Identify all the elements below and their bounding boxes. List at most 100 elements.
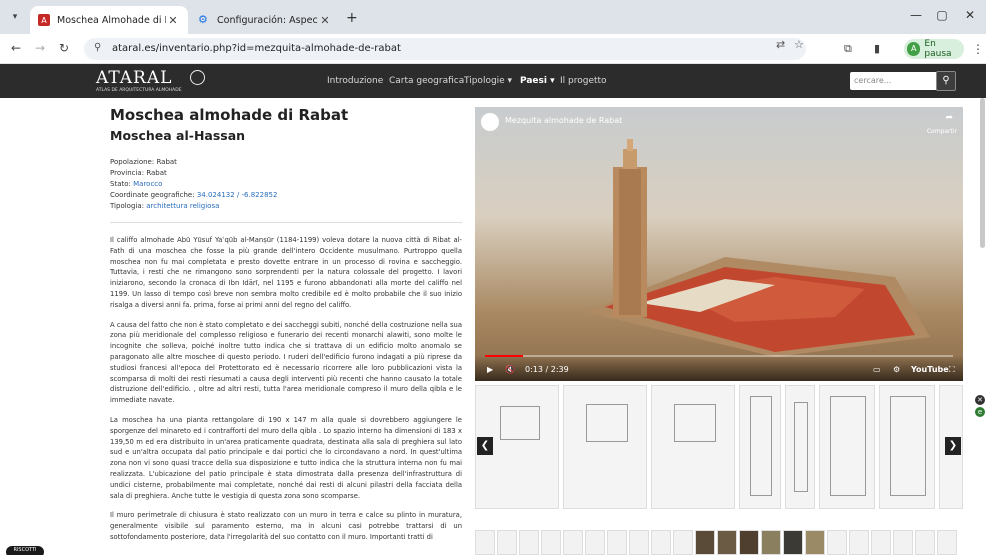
divider (110, 222, 462, 223)
tab-close-icon[interactable]: ✕ (318, 14, 332, 27)
bookmark-star-icon[interactable]: ☆ (794, 38, 804, 51)
gallery-image[interactable] (879, 385, 935, 509)
nav-carta-geografica[interactable]: Carta geografica (389, 76, 464, 86)
nav-tipologie[interactable]: Tipologie ▾ (464, 76, 512, 86)
thumbnail[interactable] (541, 530, 561, 555)
address-bar[interactable]: ⚲ ataral.es/inventario.php?id=mezquita-a… (84, 38, 806, 60)
maximize-icon[interactable]: ▢ (932, 8, 952, 22)
close-window-icon[interactable]: ✕ (960, 8, 980, 22)
image-gallery: ❮ ❯ (475, 385, 963, 509)
thumbnail[interactable] (805, 530, 825, 555)
site-logo[interactable]: ATARAL ATLAS DE ARQUITECTURA ALMOHADE (96, 68, 214, 96)
gallery-image[interactable] (563, 385, 647, 509)
info-tipologia: Tipologia: architettura religiosa (110, 202, 220, 210)
reload-icon[interactable]: ↻ (56, 41, 72, 55)
tab-configuracion[interactable]: ⚙ Configuración: Aspecto ✕ (190, 6, 340, 34)
thumbnail[interactable] (871, 530, 891, 555)
thumbnail[interactable] (695, 530, 715, 555)
site-info-icon[interactable]: ⚲ (94, 42, 101, 53)
gallery-prev-icon[interactable]: ❮ (477, 437, 493, 455)
thumbnail[interactable] (673, 530, 693, 555)
extension-badge-icon[interactable]: e (975, 407, 985, 417)
thumbnail[interactable] (761, 530, 781, 555)
back-icon[interactable]: ← (8, 41, 24, 55)
search-placeholder: cercare... (854, 76, 892, 85)
thumbnail[interactable] (937, 530, 957, 555)
nav-paesi[interactable]: Paesi ▾ (520, 76, 555, 86)
site-search-input[interactable]: cercare... ⚲ (850, 71, 956, 91)
nav-il-progetto[interactable]: Il progetto (560, 76, 607, 86)
tipologia-link[interactable]: architettura religiosa (146, 202, 219, 210)
channel-avatar[interactable] (481, 113, 499, 131)
tab-title: Configuración: Aspecto (217, 14, 318, 26)
profile-status: En pausa (924, 39, 952, 59)
tab-search-icon[interactable]: ▾ (8, 10, 22, 24)
thumbnail[interactable] (607, 530, 627, 555)
gallery-image[interactable] (819, 385, 875, 509)
thumbnail[interactable] (739, 530, 759, 555)
info-popolazione: Popolazione: Rabat (110, 158, 177, 166)
stato-link[interactable]: Marocco (133, 180, 162, 188)
tab-close-icon[interactable]: ✕ (166, 14, 180, 27)
thumbnail[interactable] (717, 530, 737, 555)
profile-button[interactable]: A En pausa (904, 39, 964, 59)
share-icon[interactable]: ➦ (945, 113, 953, 123)
gallery-image[interactable] (651, 385, 735, 509)
video-title[interactable]: Mezquita almohade de Rabat (505, 116, 622, 125)
thumbnail[interactable] (585, 530, 605, 555)
share-label[interactable]: Compartir (927, 128, 957, 135)
logo-emblem-icon (190, 70, 205, 85)
gallery-image[interactable] (785, 385, 815, 509)
new-tab-icon[interactable]: + (346, 10, 358, 26)
gallery-image[interactable] (739, 385, 781, 509)
mute-icon[interactable]: 🔇 (505, 365, 515, 374)
page-scrollbar[interactable] (980, 98, 985, 248)
subtitles-icon[interactable]: ▭ (873, 365, 881, 374)
nav-introduzione[interactable]: Introduzione (327, 76, 383, 86)
gallery-thumbnail-strip (475, 530, 963, 555)
svg-text:A: A (41, 16, 47, 25)
sidepanel-icon[interactable]: ▮ (874, 42, 880, 55)
thumbnail[interactable] (651, 530, 671, 555)
thumbnail[interactable] (475, 530, 495, 555)
floating-badge[interactable]: RISCOTTI (6, 546, 44, 555)
progress-bar[interactable] (485, 355, 953, 357)
coord-link[interactable]: 34.024132 / -6.822852 (197, 191, 278, 199)
translate-icon[interactable]: ⇄ (776, 38, 785, 51)
floating-side-icons: ✕ e (975, 395, 986, 419)
tab-moschea[interactable]: A Moschea Almohade di Rabat - Is ✕ (30, 6, 188, 34)
ataral-favicon-icon: A (38, 14, 50, 26)
tab-title: Moschea Almohade di Rabat - Is (57, 14, 166, 26)
article-paragraph: Il muro perimetrale di chiusura è stato … (110, 511, 462, 541)
page-title: Moschea almohade di Rabat (110, 106, 349, 124)
thumbnail[interactable] (849, 530, 869, 555)
thumbnail[interactable] (497, 530, 517, 555)
video-time: 0:13 / 2:39 (525, 365, 569, 374)
thumbnail[interactable] (629, 530, 649, 555)
info-provincia: Provincia: Rabat (110, 169, 167, 177)
thumbnail[interactable] (563, 530, 583, 555)
info-stato: Stato: Marocco (110, 180, 163, 188)
thumbnail[interactable] (893, 530, 913, 555)
video-player[interactable]: Mezquita almohade de Rabat ➦ Compartir ▶… (475, 107, 963, 381)
settings-icon[interactable]: ⚙ (893, 365, 900, 374)
thumbnail[interactable] (827, 530, 847, 555)
thumbnail[interactable] (783, 530, 803, 555)
youtube-logo[interactable]: YouTube (911, 365, 949, 374)
minimize-icon[interactable]: — (906, 8, 926, 22)
menu-kebab-icon[interactable]: ⋮ (972, 42, 984, 56)
site-header: ATARAL ATLAS DE ARQUITECTURA ALMOHADE In… (0, 64, 986, 98)
extensions-icon[interactable]: ⧉ (844, 42, 852, 56)
search-icon[interactable]: ⚲ (936, 71, 956, 91)
article-paragraph: La moschea ha una pianta rettangolare di… (110, 415, 462, 500)
play-icon[interactable]: ▶ (487, 365, 493, 374)
thumbnail[interactable] (519, 530, 539, 555)
close-circle-icon[interactable]: ✕ (975, 395, 985, 405)
article-paragraph: Il califfo almohade Abū Yūsuf Yaʿqūb al-… (110, 236, 462, 309)
progress-fill (485, 355, 524, 357)
thumbnail[interactable] (915, 530, 935, 555)
article: Moschea almohade di Rabat Moschea al-Has… (110, 100, 462, 552)
gallery-next-icon[interactable]: ❯ (945, 437, 961, 455)
forward-icon[interactable]: → (32, 41, 48, 55)
fullscreen-icon[interactable]: ⛶ (949, 365, 955, 375)
